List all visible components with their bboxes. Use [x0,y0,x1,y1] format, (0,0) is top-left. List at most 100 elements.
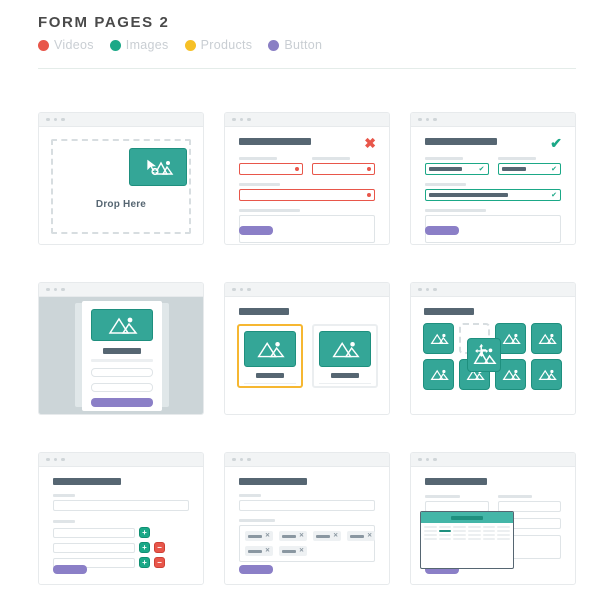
field-label [497,495,533,498]
text-input[interactable] [239,500,375,511]
grid-image-tile[interactable] [531,323,562,354]
grid-image-tile[interactable] [423,359,454,390]
tag-chip[interactable]: ✕ [313,531,342,541]
calendar-day[interactable] [468,538,481,540]
legend-item-videos[interactable]: Videos [38,38,94,52]
image-option-selected[interactable] [237,324,303,388]
tag-remove-icon[interactable]: ✕ [265,548,270,554]
calendar-day[interactable] [497,530,510,532]
legend-item-images[interactable]: Images [109,38,169,52]
legend-item-products[interactable]: Products [184,38,253,52]
modal-input[interactable] [91,368,153,377]
move-cursor-icon[interactable] [467,338,501,372]
legend-item-button[interactable]: Button [268,38,322,52]
tag-remove-icon[interactable]: ✕ [265,533,270,539]
calendar-day[interactable] [424,526,437,528]
tag-chip[interactable]: ✕ [245,546,274,556]
tag-remove-icon[interactable]: ✕ [367,533,372,539]
calendar-day[interactable] [453,530,466,532]
grid-image-tile[interactable] [423,323,454,354]
form-title [425,478,487,485]
calendar-day[interactable] [497,538,510,540]
calendar-day-selected[interactable] [438,530,452,532]
tag-input-container[interactable]: ✕ ✕ ✕ ✕ ✕ ✕ [239,525,376,562]
calendar-day[interactable] [482,538,496,540]
chrome-dot [61,117,65,122]
chrome-dot [239,287,243,292]
card-form-validation-success[interactable]: ✔ ✔ ✔ ✔ [410,112,576,245]
calendar-day[interactable] [438,526,452,528]
grid-image-tile[interactable] [531,359,562,390]
calendar-day[interactable] [497,534,510,536]
calendar-day[interactable] [453,534,466,536]
tag-chip[interactable]: ✕ [245,531,274,541]
tag-remove-icon[interactable]: ✕ [333,533,338,539]
text-input-valid[interactable]: ✔ [425,163,489,175]
text-input[interactable] [53,542,135,553]
image-add-cursor-icon[interactable] [129,148,187,186]
submit-button[interactable] [425,226,459,235]
text-input-error[interactable] [311,163,375,175]
card-image-drag-grid[interactable] [410,282,576,415]
calendar-day[interactable] [468,534,481,536]
add-row-button[interactable]: + [139,527,150,538]
field-label [497,157,536,160]
success-check-icon: ✔ [551,191,557,199]
modal-input[interactable] [91,383,153,392]
submit-button[interactable] [239,226,273,235]
calendar-popup[interactable] [420,511,514,569]
chrome-dot [433,287,437,292]
form-field [425,495,489,512]
calendar-day[interactable] [438,538,452,540]
calendar-day[interactable] [468,530,481,532]
add-row-button[interactable]: + [139,557,150,568]
text-input-valid[interactable]: ✔ [497,163,561,175]
tag-chip[interactable]: ✕ [279,546,308,556]
divider [244,383,296,384]
calendar-day[interactable] [438,534,452,536]
calendar-day[interactable] [497,526,510,528]
form-title [239,138,311,145]
drop-zone[interactable]: Drop Here [51,139,191,234]
form-field [53,494,189,511]
tag-remove-icon[interactable]: ✕ [299,533,304,539]
card-modal-image-dialog[interactable] [38,282,204,415]
error-dot-icon [294,167,299,171]
tag-remove-icon[interactable]: ✕ [299,548,304,554]
card-image-picker[interactable] [224,282,390,415]
submit-button[interactable] [239,565,273,574]
card-tag-token-input[interactable]: ✕ ✕ ✕ ✕ ✕ ✕ [224,452,390,585]
remove-row-button[interactable]: − [154,557,165,568]
legend: Videos Images Products Button [38,38,578,52]
card-date-picker-calendar[interactable] [410,452,576,585]
card-drop-zone-upload[interactable]: Drop Here [38,112,204,245]
modal-submit-button[interactable] [91,398,153,407]
text-input-error[interactable] [239,189,375,201]
field-label [425,495,460,498]
text-input[interactable] [53,527,135,538]
text-input-valid[interactable]: ✔ [425,189,561,201]
tag-chip[interactable]: ✕ [347,531,376,541]
add-row-button[interactable]: + [139,542,150,553]
calendar-day[interactable] [482,534,496,536]
remove-row-button[interactable]: − [154,542,165,553]
legend-dot-videos-icon [38,39,49,51]
modal-dialog[interactable] [82,301,162,411]
calendar-day[interactable] [453,538,466,540]
image-option[interactable] [312,324,378,388]
calendar-day[interactable] [482,526,496,528]
card-form-validation-error[interactable]: ✖ [224,112,390,245]
calendar-day[interactable] [424,538,437,540]
calendar-day[interactable] [453,526,466,528]
calendar-day[interactable] [482,530,496,532]
text-input-error[interactable] [239,163,303,175]
card-body [411,467,575,584]
modal-title [103,348,141,354]
calendar-day[interactable] [424,530,437,532]
calendar-day[interactable] [424,534,437,536]
card-repeatable-fields[interactable]: + + − + − [38,452,204,585]
text-input[interactable] [53,500,189,511]
calendar-day[interactable] [468,526,481,528]
tag-chip[interactable]: ✕ [279,531,308,541]
submit-button[interactable] [53,565,87,574]
